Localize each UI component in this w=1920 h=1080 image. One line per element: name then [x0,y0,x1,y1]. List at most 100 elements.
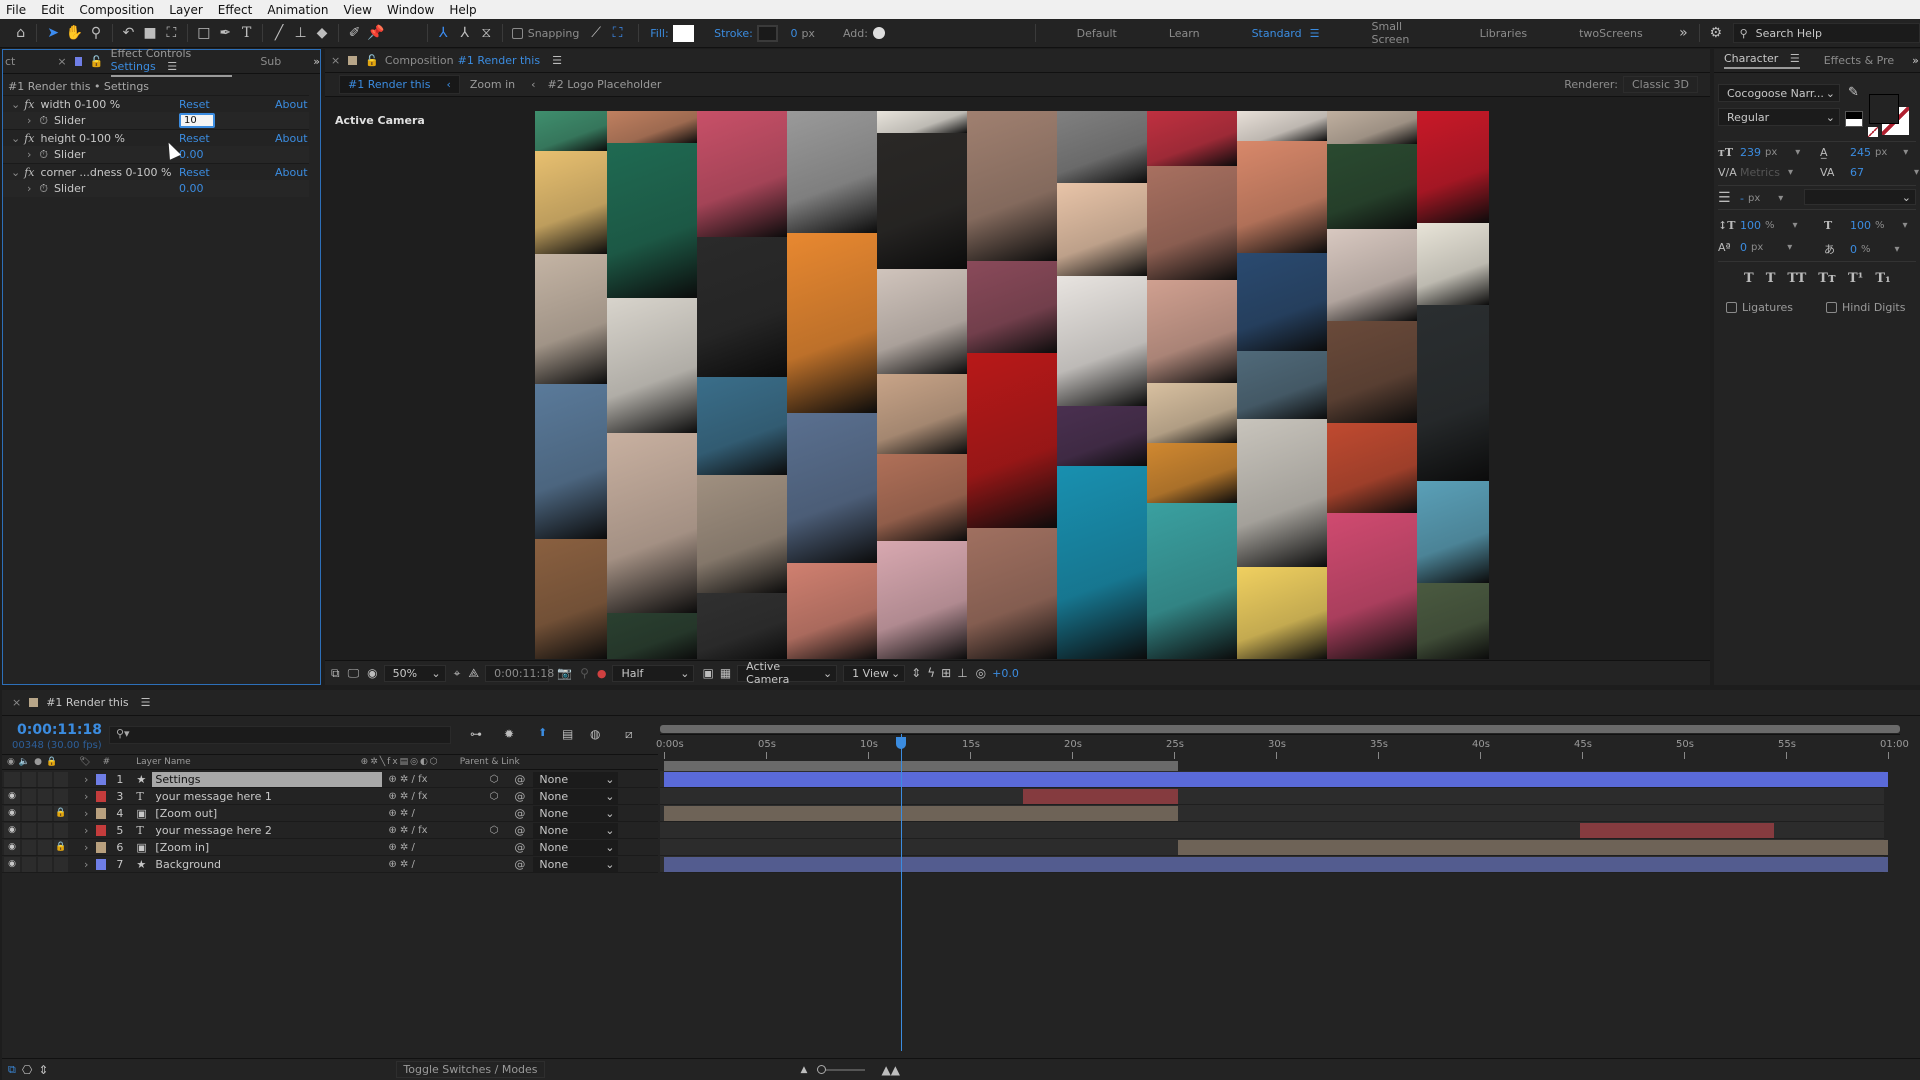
layer-name-header[interactable]: Layer Name [136,757,191,767]
parent-dropdown[interactable]: None ⌄ [533,856,619,872]
pick-whip-icon[interactable]: @ [514,824,525,837]
dropdown-arrow-icon[interactable]: ▾ [1914,167,1919,178]
layer-search-field[interactable]: ⚲▾ [109,726,451,744]
stopwatch-icon[interactable]: ⏱ [39,114,48,128]
lock-icon[interactable]: 🔓 [365,54,379,67]
dropdown-arrow-icon[interactable]: ▾ [1903,220,1908,231]
snapping-checkbox[interactable] [511,27,523,39]
toggle-switches-modes-button[interactable]: Toggle Switches / Modes [396,1061,545,1078]
layer-duration-bar[interactable] [1580,823,1774,838]
workspace-learn[interactable]: Learn [1169,27,1200,40]
local-axis-icon[interactable]: ⅄ [433,22,454,44]
layer-row[interactable]: ◉ 🔒 › 4 ▣ [Zoom out] ⊕ ✲ / @ None ⌄ [2,805,658,822]
audio-toggle[interactable] [22,805,36,821]
resolution-dropdown[interactable]: Half ⌄ [612,664,695,682]
effect-controls-tab[interactable]: Effect Controls Settings ☰ [110,47,233,77]
menu-view[interactable]: View [344,3,372,17]
stroke-style-dropdown[interactable]: ⌄ [1804,189,1916,205]
fill-color-swatch[interactable] [1869,94,1899,124]
video-toggle[interactable] [4,771,20,787]
layer-name[interactable]: Settings [152,771,383,787]
chevron-right-icon[interactable]: › [27,148,31,161]
font-size-value[interactable]: 239 [1740,146,1761,159]
stroke-width-value[interactable]: 0 [790,27,797,40]
effect-row[interactable]: ⌄ fx corner ...dness 0-100 % Reset About [3,163,309,180]
clone-stamp-tool-icon[interactable]: ⊥ [290,22,311,44]
text-style-button[interactable]: Tт [1818,271,1836,286]
transfer-controls-pane-icon[interactable]: ⎔ [22,1063,32,1077]
pick-whip-icon[interactable]: @ [514,841,525,854]
dropdown-arrow-icon[interactable]: ▾ [1793,220,1798,231]
leading-control[interactable]: A̲ 245 px ▾ [1820,146,1908,159]
draft-3d-icon[interactable]: ✹ [504,727,514,741]
breadcrumb-current[interactable]: #1 Render this ‹ [339,75,460,94]
solo-toggle[interactable] [38,839,52,855]
layer-switches-pane-icon[interactable]: ⧉ [8,1063,16,1077]
snapshot-icon[interactable]: 📷 [557,666,572,680]
layer-duration-bar[interactable] [664,857,1888,872]
audio-toggle[interactable] [22,839,36,855]
layer-name[interactable]: your message here 2 [152,823,382,838]
parent-dropdown[interactable]: None ⌄ [533,822,619,838]
parent-dropdown[interactable]: None ⌄ [533,805,619,821]
text-style-button[interactable]: TT [1787,271,1806,286]
prev-tab[interactable]: ct [5,55,15,68]
pick-whip-icon[interactable]: @ [514,773,525,786]
no-color-swatch[interactable] [1868,127,1878,137]
fast-previews-icon[interactable]: ▣ [702,666,713,680]
menu-animation[interactable]: Animation [267,3,328,17]
workspace-small-screen[interactable]: Small Screen [1372,20,1428,46]
playhead[interactable] [901,734,902,1051]
layer-row[interactable]: ◉ › 7 ★ Background ⊕ ✲ / @ None ⌄ [2,856,658,873]
about-link[interactable]: About [275,132,308,145]
hand-tool-icon[interactable]: ✋ [64,22,85,44]
dropdown-arrow-icon[interactable]: ▾ [1895,244,1900,255]
layer-name[interactable]: [Zoom out] [152,806,382,821]
transparency-grid-icon[interactable]: ⟁ [468,666,479,681]
panel-menu-icon[interactable]: ☰ [552,54,562,67]
hide-shy-layers-icon[interactable]: ⬆ [538,726,547,739]
kerning-value[interactable]: Metrics [1740,166,1780,179]
fill-swatch[interactable] [672,24,695,42]
pick-whip-icon[interactable]: @ [514,790,525,803]
expand-layer-icon[interactable]: › [84,858,88,871]
text-style-button[interactable]: T [1766,271,1776,286]
pan-behind-tool-icon[interactable]: ⛶ [161,22,182,44]
in-out-pane-icon[interactable]: ⇕ [38,1063,48,1077]
solo-toggle[interactable] [38,822,52,838]
text-style-button[interactable]: T₁ [1875,271,1890,286]
font-family-dropdown[interactable]: Cocogoose Narr... ⌄ [1718,84,1840,102]
breadcrumb-zoom-in[interactable]: Zoom in [470,78,515,91]
layer-name[interactable]: Background [152,857,382,872]
baseline-shift-value[interactable]: 0 [1740,241,1747,254]
layer-duration-bar[interactable] [1178,840,1888,855]
layer-duration-bar[interactable] [664,772,1888,787]
lock-toggle[interactable] [54,856,68,872]
effect-row[interactable]: ⌄ fx height 0-100 % Reset About [3,129,309,146]
breadcrumb-logo-placeholder[interactable]: #2 Logo Placeholder [548,78,662,91]
fx-icon[interactable]: fx [24,132,34,145]
layer-switches[interactable]: ⊕ ✲ / [388,859,458,870]
current-time-display[interactable]: 0:00:11:18 [17,722,102,738]
panel-menu-icon[interactable]: ☰ [141,696,151,709]
tracking-control[interactable]: VA 67 ▾ [1820,166,1919,179]
solo-toggle[interactable] [38,771,52,787]
font-size-control[interactable]: тT 239 px ▾ [1718,146,1800,159]
solo-toggle[interactable] [38,805,52,821]
black-white-swatch[interactable] [1845,111,1863,127]
roto-brush-tool-icon[interactable]: ✐ [344,22,365,44]
layer-row[interactable]: › 1 ★ Settings ⊕ ✲ / fx ⬡ @ None ⌄ [2,771,658,788]
dropdown-arrow-icon[interactable]: ▾ [1795,147,1800,158]
about-link[interactable]: About [275,166,308,179]
video-toggle[interactable]: ◉ [4,822,20,838]
add-icon[interactable] [872,27,885,39]
panel-menu-icon[interactable]: ☰ [167,60,177,73]
video-toggle[interactable]: ◉ [4,805,20,821]
ligatures-option[interactable]: Ligatures [1726,301,1793,314]
more-panels-icon[interactable]: » [313,55,320,68]
menu-effect[interactable]: Effect [218,3,253,17]
zoom-dropdown[interactable]: 50% ⌄ [383,664,446,682]
expand-layer-icon[interactable]: › [84,824,88,837]
flowchart-icon[interactable]: ⊥ [957,666,967,680]
horizontal-scale-control[interactable]: T 100 % ▾ [1824,219,1908,232]
